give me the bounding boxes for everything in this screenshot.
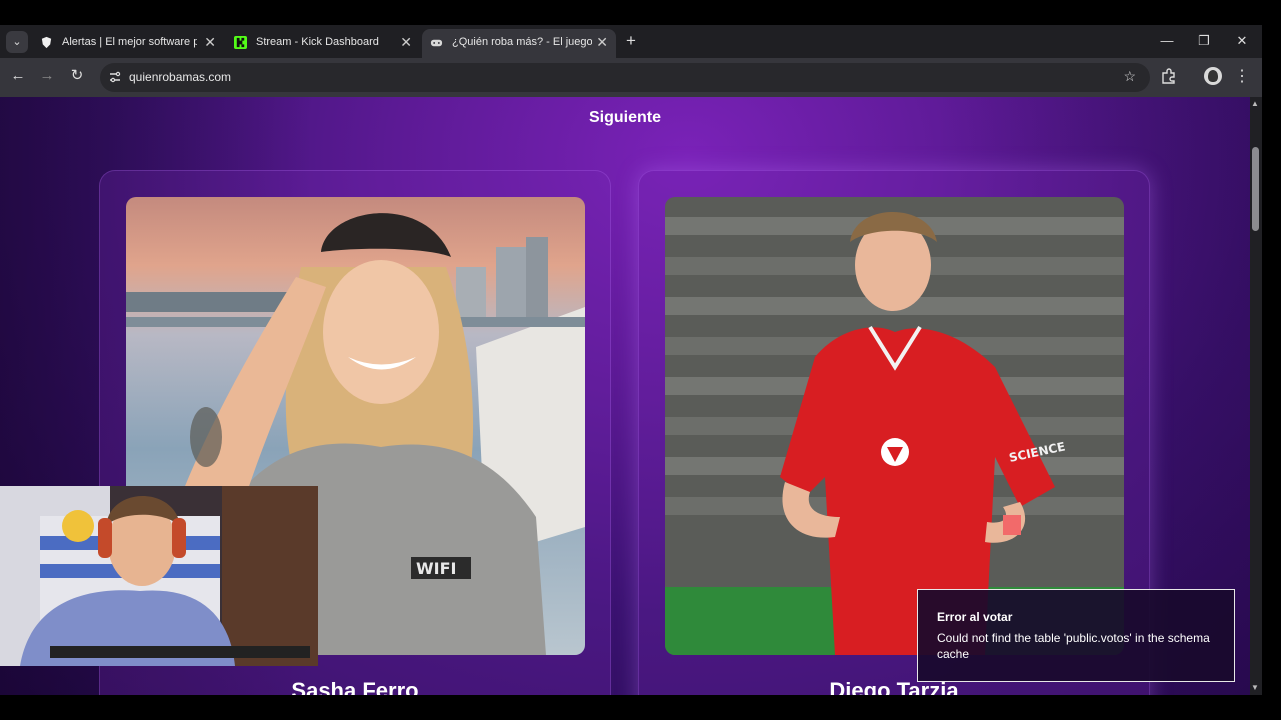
page-scrollbar[interactable]: ▲ ▼ bbox=[1250, 97, 1262, 695]
streamer-webcam-image bbox=[0, 486, 318, 666]
tab-search-button[interactable]: ⌄ bbox=[6, 31, 28, 53]
bookmark-star-icon[interactable]: ☆ bbox=[1123, 68, 1136, 85]
close-tab-icon[interactable]: ✕ bbox=[204, 29, 216, 56]
footballer-photo-image: SCIENCE bbox=[665, 197, 1124, 655]
new-tab-button[interactable]: + bbox=[622, 31, 640, 51]
tab-alertas[interactable]: Alertas | El mejor software para ✕ bbox=[32, 29, 224, 58]
candidate-name: Sasha Ferro bbox=[291, 678, 419, 695]
scrollbar-thumb[interactable] bbox=[1252, 147, 1259, 231]
url-text: quienrobamas.com bbox=[129, 70, 232, 84]
gamepad-icon bbox=[430, 39, 443, 47]
error-toast[interactable]: Error al votar Could not find the table … bbox=[917, 589, 1235, 682]
webcam-overlay bbox=[0, 486, 318, 666]
browser-menu-icon[interactable]: ⋮ bbox=[1234, 66, 1250, 86]
close-tab-icon[interactable]: ✕ bbox=[596, 29, 608, 56]
candidate-photo[interactable]: SCIENCE bbox=[665, 197, 1124, 655]
restore-button[interactable]: ❐ bbox=[1186, 29, 1222, 53]
site-settings-icon[interactable] bbox=[108, 70, 122, 84]
address-bar[interactable]: quienrobamas.com ☆ bbox=[100, 63, 1150, 92]
toast-title: Error al votar bbox=[937, 610, 1013, 624]
tab-strip: ⌄ Alertas | El mejor software para ✕ Str… bbox=[0, 25, 1262, 58]
tab-label: Alertas | El mejor software para bbox=[62, 36, 197, 48]
toast-message: Could not find the table 'public.votos' … bbox=[937, 631, 1210, 661]
profile-avatar[interactable] bbox=[1204, 67, 1222, 85]
reload-button[interactable]: ↻ bbox=[67, 66, 87, 86]
close-window-button[interactable]: ✕ bbox=[1224, 29, 1260, 53]
close-tab-icon[interactable]: ✕ bbox=[400, 29, 412, 56]
minimize-button[interactable]: — bbox=[1149, 29, 1185, 53]
next-button[interactable]: Siguiente bbox=[570, 106, 680, 130]
kick-logo-icon bbox=[234, 36, 247, 49]
shirt-print-text: WIFI bbox=[416, 559, 456, 578]
screen: ⌄ Alertas | El mejor software para ✕ Str… bbox=[0, 0, 1281, 720]
extensions-puzzle-icon[interactable] bbox=[1160, 67, 1178, 85]
scroll-up-icon[interactable]: ▲ bbox=[1251, 99, 1259, 108]
shield-icon bbox=[41, 36, 52, 49]
browser-toolbar: ← → ↻ quienrobamas.com ☆ ⋮ bbox=[0, 58, 1262, 97]
tab-label: Stream - Kick Dashboard bbox=[256, 36, 379, 48]
tab-kick-dashboard[interactable]: Stream - Kick Dashboard ✕ bbox=[226, 29, 420, 58]
back-button[interactable]: ← bbox=[8, 66, 28, 86]
tab-quien-roba-mas[interactable]: ¿Quién roba más? - El juego qu ✕ bbox=[422, 29, 616, 58]
tab-label: ¿Quién roba más? - El juego qu bbox=[452, 36, 592, 48]
forward-button[interactable]: → bbox=[37, 66, 57, 86]
scroll-down-icon[interactable]: ▼ bbox=[1251, 683, 1259, 692]
